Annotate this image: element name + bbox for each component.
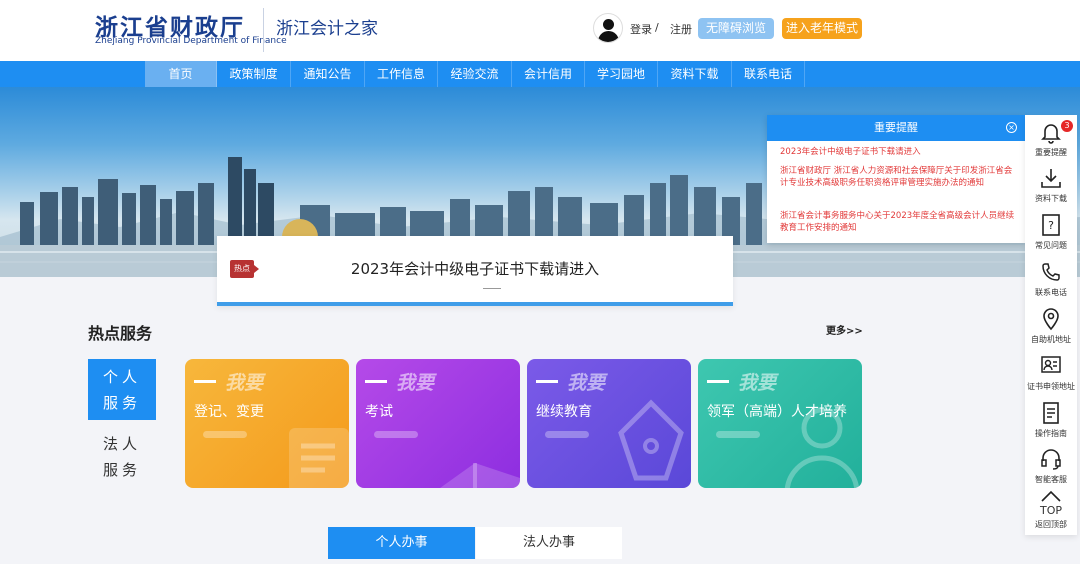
elder-mode-button[interactable]: 进入老年模式 — [782, 18, 862, 39]
card-big-text: 我要 — [225, 372, 264, 394]
accessible-browse-button[interactable]: 无障碍浏览 — [698, 18, 774, 39]
service-card-exam[interactable]: 我要 考试 — [356, 359, 520, 488]
location-pin-icon — [1043, 308, 1059, 331]
pen-nib-icon — [618, 399, 684, 481]
person-icon — [784, 407, 860, 488]
service-card-talent-training[interactable]: 我要 领军（高端）人才培养 — [698, 359, 862, 488]
bell-icon — [1041, 124, 1061, 144]
notice-item[interactable]: 2023年会计中级电子证书下载请进入 — [780, 146, 1015, 158]
nav-item-policy[interactable]: 政策制度 — [217, 61, 291, 87]
card-pill — [203, 431, 247, 438]
sidebar-label: 证书申领地址 — [1027, 382, 1075, 391]
main-nav: 首页 政策制度 通知公告 工作信息 经验交流 会计信用 学习园地 资料下载 联系… — [0, 61, 1080, 87]
tab-label: 个人 — [102, 368, 141, 386]
hot-news-card[interactable]: 热点 2023年会计中级电子证书下载请进入 — [217, 236, 733, 306]
open-book-icon — [440, 463, 520, 488]
sidebar-item-download[interactable]: 资料下载 — [1025, 163, 1077, 207]
card-big-text: 我要 — [567, 372, 606, 394]
hot-underline — [483, 288, 501, 289]
notice-header: 重要提醒 × — [767, 115, 1025, 141]
sidebar-label: 返回顶部 — [1035, 520, 1067, 529]
card-title: 考试 — [365, 404, 393, 420]
tab-personal-service[interactable]: 个人 服务 — [88, 359, 156, 420]
document-icon — [289, 428, 349, 488]
site-name: 浙江会计之家 — [276, 19, 378, 39]
sidebar-item-notice[interactable]: 3 重要提醒 — [1025, 117, 1077, 161]
sidebar-label: 操作指南 — [1035, 429, 1067, 438]
sidebar-item-certificate-address[interactable]: 证书申领地址 — [1025, 351, 1077, 395]
logo-subtitle: Zhejiang Provincial Department of Financ… — [95, 36, 287, 46]
tab-personal-affairs[interactable]: 个人办事 — [328, 527, 475, 559]
login-link[interactable]: 登录 — [630, 21, 652, 37]
certificate-icon — [1041, 356, 1061, 373]
card-dash — [194, 380, 216, 383]
card-dash — [536, 380, 558, 383]
user-avatar-icon[interactable] — [593, 13, 623, 43]
sidebar-label: 自助机地址 — [1031, 335, 1071, 344]
tab-corporate-service[interactable]: 法人 服务 — [88, 431, 156, 487]
close-icon[interactable]: × — [1006, 122, 1017, 133]
question-icon: ? — [1042, 214, 1060, 236]
back-to-top-button[interactable]: TOP 返回顶部 — [1025, 489, 1077, 533]
card-title: 继续教育 — [536, 404, 592, 420]
nav-item-work-info[interactable]: 工作信息 — [365, 61, 438, 87]
sidebar-label: 重要提醒 — [1035, 148, 1067, 157]
register-link[interactable]: 注册 — [670, 21, 692, 37]
card-title: 登记、变更 — [194, 404, 264, 420]
chevron-up-icon — [1041, 490, 1061, 502]
service-card-continuing-education[interactable]: 我要 继续教育 — [527, 359, 691, 488]
sidebar-item-phone[interactable]: 联系电话 — [1025, 257, 1077, 301]
nav-item-home[interactable]: 首页 — [145, 61, 217, 87]
card-pill — [716, 431, 760, 438]
nav-item-learning[interactable]: 学习园地 — [585, 61, 658, 87]
download-icon — [1041, 169, 1061, 188]
nav-item-notices[interactable]: 通知公告 — [291, 61, 365, 87]
tab-label: 法人 — [102, 435, 141, 453]
phone-icon — [1042, 263, 1060, 281]
tab-label: 服务 — [102, 461, 141, 479]
card-big-text: 我要 — [738, 372, 777, 394]
card-pill — [374, 431, 418, 438]
sidebar-label: 资料下载 — [1035, 194, 1067, 203]
notice-item[interactable]: 浙江省财政厅 浙江省人力资源和社会保障厅关于印发浙江省会计专业技术高级职务任职资… — [780, 165, 1015, 189]
tab-label: 服务 — [102, 394, 141, 412]
nav-item-credit[interactable]: 会计信用 — [512, 61, 585, 87]
service-card-registration[interactable]: 我要 登记、变更 — [185, 359, 349, 488]
right-sidebar: 3 重要提醒 资料下载 ? 常见问题 联系电话 自助机地址 证书申领地址 操作指… — [1025, 115, 1077, 535]
login-separator: / — [655, 21, 659, 34]
card-dash — [365, 380, 387, 383]
hot-news-link[interactable]: 2023年会计中级电子证书下载请进入 — [217, 258, 733, 279]
sidebar-label: 智能客服 — [1035, 475, 1067, 484]
sidebar-item-ai-service[interactable]: 智能客服 — [1025, 444, 1077, 488]
sidebar-item-faq[interactable]: ? 常见问题 — [1025, 210, 1077, 254]
nav-item-downloads[interactable]: 资料下载 — [658, 61, 732, 87]
guide-book-icon — [1043, 402, 1059, 424]
notice-count-badge: 3 — [1061, 120, 1073, 132]
sidebar-item-kiosk-address[interactable]: 自助机地址 — [1025, 304, 1077, 348]
nav-item-experience[interactable]: 经验交流 — [438, 61, 512, 87]
headset-icon — [1041, 449, 1061, 470]
sidebar-item-guide[interactable]: 操作指南 — [1025, 398, 1077, 442]
important-notice-panel: 重要提醒 × 2023年会计中级电子证书下载请进入 浙江省财政厅 浙江省人力资源… — [767, 115, 1025, 243]
nav-item-contact[interactable]: 联系电话 — [732, 61, 805, 87]
sidebar-label: 联系电话 — [1035, 288, 1067, 297]
tab-corporate-affairs[interactable]: 法人办事 — [476, 527, 622, 559]
card-big-text: 我要 — [396, 372, 435, 394]
card-pill — [545, 431, 589, 438]
card-dash — [707, 380, 729, 383]
section-title: 热点服务 — [88, 324, 153, 343]
site-header: 浙江省财政厅 Zhejiang Provincial Department of… — [0, 0, 1080, 61]
top-label: TOP — [1039, 504, 1062, 517]
svg-text:?: ? — [1048, 219, 1054, 232]
sidebar-label: 常见问题 — [1035, 241, 1067, 250]
more-link[interactable]: 更多>> — [826, 322, 863, 337]
notice-title: 重要提醒 — [874, 121, 918, 134]
notice-item[interactable]: 浙江省会计事务服务中心关于2023年度全省高级会计人员继续教育工作安排的通知 — [780, 210, 1015, 234]
logo-divider — [263, 8, 264, 52]
